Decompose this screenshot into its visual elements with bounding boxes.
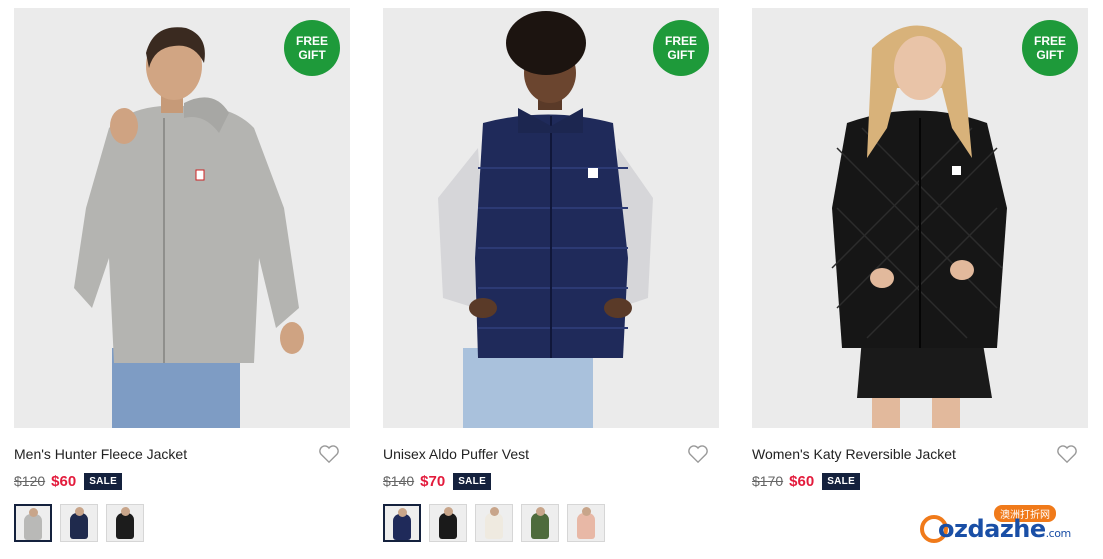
wishlist-heart-icon[interactable] xyxy=(318,444,340,464)
free-gift-line1: FREE xyxy=(295,34,328,48)
color-swatch-cream[interactable] xyxy=(475,504,513,542)
sale-price: $60 xyxy=(789,472,815,490)
product-image[interactable]: FREE GIFT xyxy=(383,8,719,428)
product-title[interactable]: Women's Katy Reversible Jacket xyxy=(752,444,1088,464)
free-gift-badge: FREE GIFT xyxy=(1022,20,1078,76)
sale-price: $70 xyxy=(420,472,446,490)
color-swatch-grey[interactable] xyxy=(14,504,52,542)
product-card[interactable]: FREE GIFT Unisex Aldo Puffer Vest $140 $… xyxy=(383,8,719,542)
original-price: $120 xyxy=(14,473,46,489)
free-gift-line2: GIFT xyxy=(1036,48,1064,62)
sale-price: $60 xyxy=(51,472,77,490)
watermark-brand: ozdazhe xyxy=(938,515,1046,543)
product-image[interactable]: FREE GIFT xyxy=(752,8,1088,428)
site-watermark-logo: 澳洲打折网 ozdazhe.com xyxy=(918,505,1088,551)
original-price: $170 xyxy=(752,473,784,489)
wishlist-heart-icon[interactable] xyxy=(1056,444,1078,464)
wishlist-heart-icon[interactable] xyxy=(687,444,709,464)
sale-badge: SALE xyxy=(453,472,492,490)
free-gift-badge: FREE GIFT xyxy=(284,20,340,76)
product-image[interactable]: FREE GIFT xyxy=(14,8,350,428)
free-gift-badge: FREE GIFT xyxy=(653,20,709,76)
free-gift-line2: GIFT xyxy=(667,48,695,62)
watermark-tld: .com xyxy=(1045,527,1072,540)
color-swatch-black[interactable] xyxy=(106,504,144,542)
free-gift-line2: GIFT xyxy=(298,48,326,62)
color-swatch-green[interactable] xyxy=(521,504,559,542)
color-swatch-navy[interactable] xyxy=(383,504,421,542)
color-swatch-black[interactable] xyxy=(429,504,467,542)
original-price: $140 xyxy=(383,473,415,489)
sale-badge: SALE xyxy=(84,472,123,490)
product-card[interactable]: FREE GIFT Men's Hunter Fleece Jacket $12… xyxy=(14,8,350,542)
free-gift-line1: FREE xyxy=(664,34,697,48)
color-swatch-pink[interactable] xyxy=(567,504,605,542)
sale-badge: SALE xyxy=(822,472,861,490)
product-title[interactable]: Unisex Aldo Puffer Vest xyxy=(383,444,719,464)
product-title[interactable]: Men's Hunter Fleece Jacket xyxy=(14,444,350,464)
color-swatches xyxy=(383,504,719,542)
free-gift-line1: FREE xyxy=(1033,34,1066,48)
watermark-text: ozdazhe.com xyxy=(938,515,1071,543)
color-swatch-navy[interactable] xyxy=(60,504,98,542)
product-card[interactable]: FREE GIFT Women's Katy Reversible Jacket… xyxy=(752,8,1088,492)
color-swatches xyxy=(14,504,350,542)
